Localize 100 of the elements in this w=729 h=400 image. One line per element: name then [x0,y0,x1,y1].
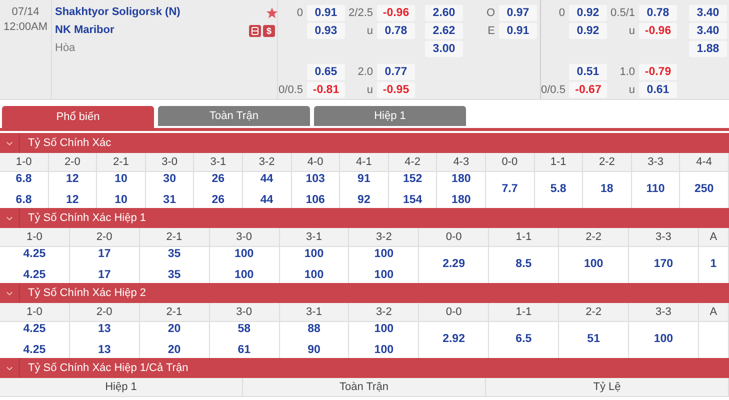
odds-value[interactable]: 100 [234,267,254,284]
chevron-icon[interactable] [6,290,13,296]
odds-value[interactable]: 5.8 [550,181,566,199]
odds-value[interactable]: 90 [308,342,320,360]
odds-price[interactable]: -0.79 [639,64,677,80]
odds-value[interactable]: 30 [163,170,176,188]
odds-price[interactable]: 0.61 [639,82,677,98]
odds-value[interactable]: 35 [168,246,181,263]
odds-value[interactable]: 100 [374,246,394,263]
odds-value[interactable]: 180 [452,170,471,188]
odds-value[interactable]: 12 [66,170,79,188]
odds-value[interactable]: 44 [260,192,274,210]
odds-value[interactable]: 58 [238,320,251,338]
odds-value[interactable]: 170 [654,256,674,274]
odds-value[interactable]: 250 [694,181,714,199]
odds-price[interactable]: -0.81 [307,82,345,98]
odds-value[interactable]: 100 [374,342,394,360]
odds-value[interactable]: 26 [212,170,225,188]
odds-value[interactable]: 92 [358,192,370,210]
odds-price[interactable]: 0.92 [569,23,607,39]
odds-price[interactable]: 0.51 [569,64,607,80]
odds-value[interactable]: 13 [98,342,111,360]
odds-value[interactable]: 100 [654,331,674,349]
odds-value[interactable]: 10 [114,170,128,188]
odds-price[interactable]: -0.67 [569,82,607,98]
odds-value[interactable]: 26 [212,192,225,210]
section-header[interactable]: Tỷ Số Chính Xác [0,133,729,153]
odds-price[interactable]: -0.96 [377,5,415,21]
odds-value[interactable]: 4.25 [23,246,46,263]
odds-value[interactable]: 6.5 [516,331,532,349]
odds-value[interactable]: 103 [306,170,325,188]
odds-price[interactable]: -0.96 [639,23,677,39]
odds-price[interactable]: 3.00 [425,41,463,57]
odds-value[interactable]: 61 [238,342,251,360]
odds-value[interactable]: 152 [402,170,422,188]
odds-price[interactable]: 0.65 [307,64,345,80]
tab[interactable]: Phổ biến [2,106,154,128]
odds-value[interactable]: 10 [114,192,128,210]
odds-value[interactable]: 18 [600,181,614,199]
odds-price[interactable]: 0.78 [639,5,677,21]
odds-price[interactable]: 0.91 [499,23,537,39]
odds-value[interactable]: 31 [163,192,176,210]
column-header: 1-1 [550,156,566,168]
tab[interactable]: Hiệp 1 [314,106,466,126]
odds-value[interactable]: 4.25 [23,342,46,360]
star-icon[interactable] [266,7,278,19]
odds-price[interactable]: 3.40 [689,5,727,21]
odds-value[interactable]: 6.8 [16,192,32,210]
odds-line: u [366,24,373,39]
odds-price[interactable]: 0.91 [307,5,345,21]
tab[interactable]: Toàn Trận [158,106,310,126]
odds-value[interactable]: 4.25 [23,267,46,284]
home-team[interactable]: Shakhtyor Soligorsk (N) [55,3,180,21]
odds-value[interactable]: 100 [374,267,394,284]
odds-value[interactable]: 51 [587,331,600,349]
odds-value[interactable]: 100 [234,246,254,263]
odds-value[interactable]: 180 [452,192,471,210]
odds-value[interactable]: 17 [98,267,111,284]
odds-value[interactable]: 8.5 [516,256,532,274]
dollar-badge[interactable]: $ [263,25,275,37]
odds-value[interactable]: 2.29 [442,256,465,274]
odds-value[interactable]: 13 [98,320,111,338]
odds-value[interactable]: 4.25 [23,320,46,338]
stream-icon[interactable] [249,25,261,37]
section-header[interactable]: Tỷ Số Chính Xác Hiệp 1 [0,208,729,228]
odds-value[interactable]: 20 [168,320,181,338]
odds-value[interactable]: 110 [646,181,665,199]
odds-price[interactable]: 3.40 [689,23,727,39]
chevron-icon[interactable] [6,140,13,146]
odds-price[interactable]: 0.77 [377,64,415,80]
odds-value[interactable]: 35 [168,267,181,284]
odds-value[interactable]: 100 [584,256,604,274]
odds-price[interactable]: 0.78 [377,23,415,39]
section-header[interactable]: Tỷ Số Chính Xác Hiệp 2 [0,283,729,303]
odds-value[interactable]: 154 [402,192,422,210]
odds-value[interactable]: 91 [358,170,370,188]
odds-price[interactable]: 0.93 [307,23,345,39]
odds-price[interactable]: 2.62 [425,23,463,39]
odds-value[interactable]: 1 [710,256,717,274]
chevron-icon[interactable] [6,216,13,220]
odds-value[interactable]: 106 [306,192,325,210]
chevron-icon[interactable] [6,366,13,370]
odds-value[interactable]: 100 [304,246,324,263]
odds-price[interactable]: 2.60 [425,5,463,21]
odds-value[interactable]: 12 [66,192,79,210]
odds-price[interactable]: 1.88 [689,41,727,57]
odds-price[interactable]: 0.92 [569,5,607,21]
odds-value[interactable]: 44 [260,170,274,188]
odds-value[interactable]: 20 [168,342,181,360]
odds-value[interactable]: 6.8 [16,170,32,188]
odds-price[interactable]: -0.95 [377,82,415,98]
odds-value[interactable]: 100 [374,320,394,338]
odds-value[interactable]: 17 [98,246,111,263]
away-team[interactable]: NK Maribor [55,21,114,39]
odds-value[interactable]: 2.92 [442,331,465,349]
odds-value[interactable]: 100 [304,267,324,284]
odds-value[interactable]: 88 [308,320,320,338]
section-header[interactable]: Tỷ Số Chính Xác Hiệp 1/Cả Trận [0,358,729,378]
odds-value[interactable]: 7.7 [502,181,518,199]
odds-price[interactable]: 0.97 [499,5,537,21]
